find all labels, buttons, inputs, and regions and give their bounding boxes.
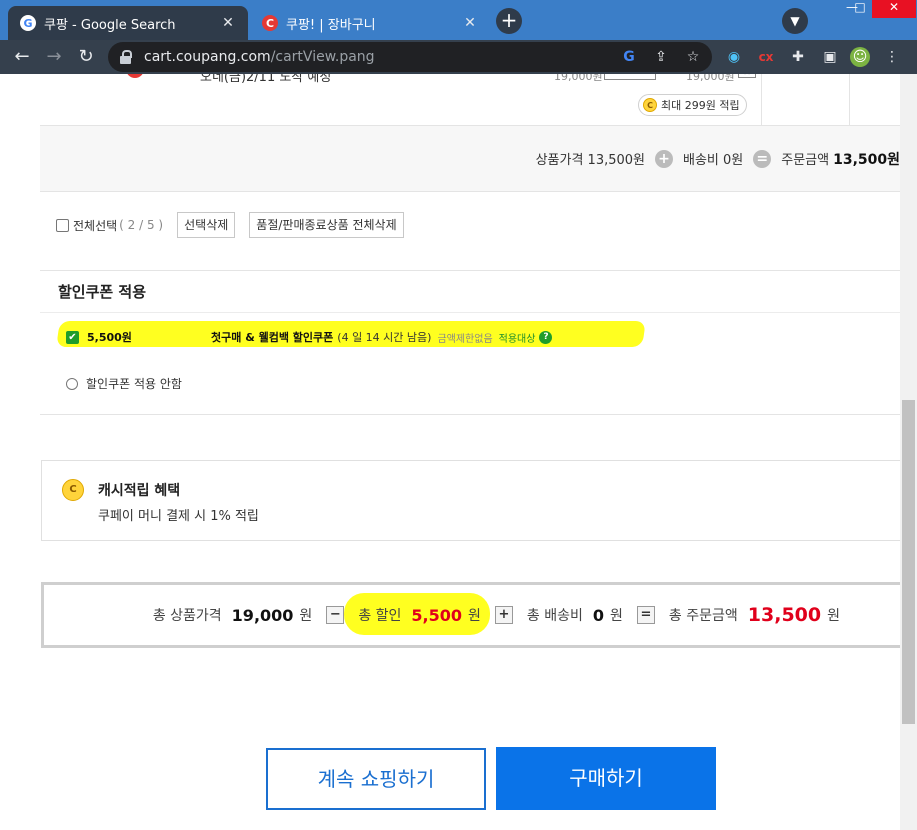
extension-globe-icon[interactable]: ◉ bbox=[724, 47, 744, 67]
reload-icon[interactable]: ↻ bbox=[74, 45, 98, 69]
total-discount-value: 5,500 bbox=[411, 605, 463, 625]
order-total-label: 주문금액 bbox=[781, 153, 830, 168]
coupon-section: 할인쿠폰 적용 ✔ 5,500원 첫구매 & 웰컴백 할인쿠폰 (4 일 14 … bbox=[40, 270, 900, 415]
equals-circle-icon: = bbox=[753, 149, 772, 168]
close-window-icon[interactable]: ✕ bbox=[872, 0, 916, 18]
coupang-favicon-icon: C bbox=[262, 15, 278, 31]
currency-unit: 원 bbox=[299, 608, 313, 624]
bundle-summary-row: 상품가격 13,500원 + 배송비 0원 = 주문금액 13,500원 bbox=[40, 126, 900, 192]
no-coupon-label: 할인쿠폰 적용 안함 bbox=[86, 377, 182, 391]
checked-checkbox-icon[interactable]: ✔ bbox=[66, 330, 79, 344]
coupon-limit: 금액제한없음 bbox=[437, 333, 493, 345]
plus-icon: + bbox=[494, 606, 513, 624]
browser-menu-icon[interactable]: ⋮ bbox=[882, 47, 902, 67]
remove-item-icon[interactable]: ✕ bbox=[738, 74, 756, 78]
order-totals-bar: 총 상품가격 19,000 원 − 총 할인 5,500 원 + 총 배송비 0… bbox=[41, 582, 900, 648]
page-scrollbar[interactable] bbox=[900, 74, 917, 830]
total-shipping-label: 총 배송비 bbox=[526, 608, 583, 624]
tab-search-chevron-icon[interactable]: ▼ bbox=[782, 8, 808, 34]
tab-google-search[interactable]: G 쿠팡 - Google Search ✕ bbox=[8, 6, 248, 40]
close-tab-icon[interactable]: ✕ bbox=[220, 15, 236, 31]
coupon-section-title: 할인쿠폰 적용 bbox=[40, 271, 900, 313]
tab-coupang-cart[interactable]: C 쿠팡! | 장바구니 ✕ bbox=[250, 6, 490, 40]
currency-unit: 원 bbox=[827, 608, 840, 624]
new-tab-button[interactable]: + bbox=[496, 8, 522, 34]
no-coupon-radio[interactable] bbox=[66, 377, 78, 390]
forward-arrow-icon[interactable]: → bbox=[42, 45, 66, 69]
scrollbar-thumb[interactable] bbox=[902, 400, 915, 724]
back-arrow-icon[interactable]: ← bbox=[10, 45, 34, 69]
maximize-window-icon[interactable]: □ bbox=[850, 0, 870, 18]
total-discount-group: 총 할인 5,500 원 bbox=[344, 593, 495, 635]
tab-title: 쿠팡! | 장바구니 bbox=[286, 17, 376, 33]
total-discount-label: 총 할인 bbox=[358, 608, 402, 624]
close-tab-icon[interactable]: ✕ bbox=[462, 15, 478, 31]
currency-unit: 원 bbox=[610, 608, 623, 624]
side-panel-icon[interactable]: ▣ bbox=[820, 47, 840, 67]
coupon-applicable-link[interactable]: 적용대상 bbox=[499, 330, 536, 345]
google-favicon-icon: G bbox=[20, 15, 36, 31]
delete-soldout-button[interactable]: 품절/판매종료상품 전체삭제 bbox=[249, 212, 404, 238]
profile-avatar-icon[interactable]: ☺ bbox=[850, 47, 870, 67]
address-bar[interactable]: cart.coupang.com/cartView.pang G ⇪ ☆ bbox=[108, 42, 712, 72]
coupon-amount: 5,500원 bbox=[87, 331, 132, 344]
help-icon[interactable]: ? bbox=[539, 330, 553, 344]
select-all-label[interactable]: 전체선택 bbox=[73, 217, 117, 234]
reward-points-pill: C 최대 299원 적립 bbox=[638, 94, 747, 116]
cash-coin-icon: C bbox=[62, 479, 84, 501]
plus-circle-icon: + bbox=[655, 149, 673, 168]
tab-title: 쿠팡 - Google Search bbox=[44, 17, 176, 33]
extensions-puzzle-icon[interactable]: ✚ bbox=[788, 47, 808, 67]
cash-reward-title: 캐시적립 혜택 bbox=[98, 483, 181, 499]
url-text: cart.coupang.com/cartView.pang bbox=[144, 49, 375, 65]
quantity-select[interactable] bbox=[604, 74, 656, 80]
coupon-option-none[interactable]: 할인쿠폰 적용 안함 bbox=[66, 375, 182, 392]
coupon-name: 첫구매 & 웰컴백 할인쿠폰 bbox=[211, 331, 334, 344]
lock-icon bbox=[120, 50, 132, 64]
item-total-price: 19,000원 bbox=[686, 74, 735, 83]
order-total-value: 13,500원 bbox=[833, 151, 900, 168]
column-divider bbox=[849, 74, 850, 126]
bookmark-star-icon[interactable]: ☆ bbox=[684, 48, 702, 66]
share-icon[interactable]: ⇪ bbox=[652, 48, 670, 66]
selection-controls: 전체선택 ( 2 / 5 ) 선택삭제 품절/판매종료상품 전체삭제 bbox=[56, 212, 418, 238]
coupon-time-left: (4 일 14 시간 남음) bbox=[337, 331, 432, 344]
delete-selected-button[interactable]: 선택삭제 bbox=[177, 212, 236, 238]
extension-cx-icon[interactable]: cx bbox=[756, 47, 776, 67]
total-order-value: 13,500 bbox=[747, 604, 822, 626]
selected-count: ( 2 / 5 ) bbox=[119, 218, 164, 232]
previous-cart-item-row: 오네(금)2/11 도착 예정 19,000원 19,000원 ✕ C 최대 2… bbox=[40, 74, 900, 126]
item-unit-price: 19,000원 bbox=[554, 74, 603, 83]
shipping-summary: 배송비 0원 bbox=[683, 153, 744, 168]
total-product-value: 19,000 bbox=[231, 605, 294, 625]
continue-shopping-button[interactable]: 계속 쇼핑하기 bbox=[266, 748, 486, 810]
browser-tab-bar: G 쿠팡 - Google Search ✕ C 쿠팡! | 장바구니 ✕ + … bbox=[0, 0, 917, 40]
cash-reward-box: C 캐시적립 혜택 쿠페이 머니 결제 시 1% 적립 bbox=[41, 460, 900, 541]
item-badge-icon bbox=[126, 74, 144, 78]
coupon-option-welcome[interactable]: ✔ 5,500원 첫구매 & 웰컴백 할인쿠폰 (4 일 14 시간 남음) 금… bbox=[66, 329, 553, 345]
equals-icon: = bbox=[636, 606, 655, 624]
total-order-label: 총 주문금액 bbox=[668, 608, 738, 624]
minus-icon: − bbox=[326, 606, 345, 624]
select-all-checkbox[interactable] bbox=[56, 218, 69, 232]
total-product-label: 총 상품가격 bbox=[152, 608, 222, 624]
column-divider bbox=[761, 74, 762, 126]
cash-reward-description: 쿠페이 머니 결제 시 1% 적립 bbox=[98, 509, 259, 524]
delivery-date-text: 오네(금)2/11 도착 예정 bbox=[200, 74, 332, 85]
cart-page: 오네(금)2/11 도착 예정 19,000원 19,000원 ✕ C 최대 2… bbox=[0, 74, 900, 830]
browser-toolbar: ← → ↻ cart.coupang.com/cartView.pang G ⇪… bbox=[0, 40, 917, 74]
cash-coin-icon: C bbox=[643, 98, 657, 112]
total-shipping-value: 0 bbox=[592, 605, 605, 625]
product-price-summary: 상품가격 13,500원 bbox=[535, 153, 645, 168]
buy-button[interactable]: 구매하기 bbox=[496, 747, 716, 810]
currency-unit: 원 bbox=[468, 608, 481, 624]
google-lens-icon[interactable]: G bbox=[620, 48, 638, 66]
